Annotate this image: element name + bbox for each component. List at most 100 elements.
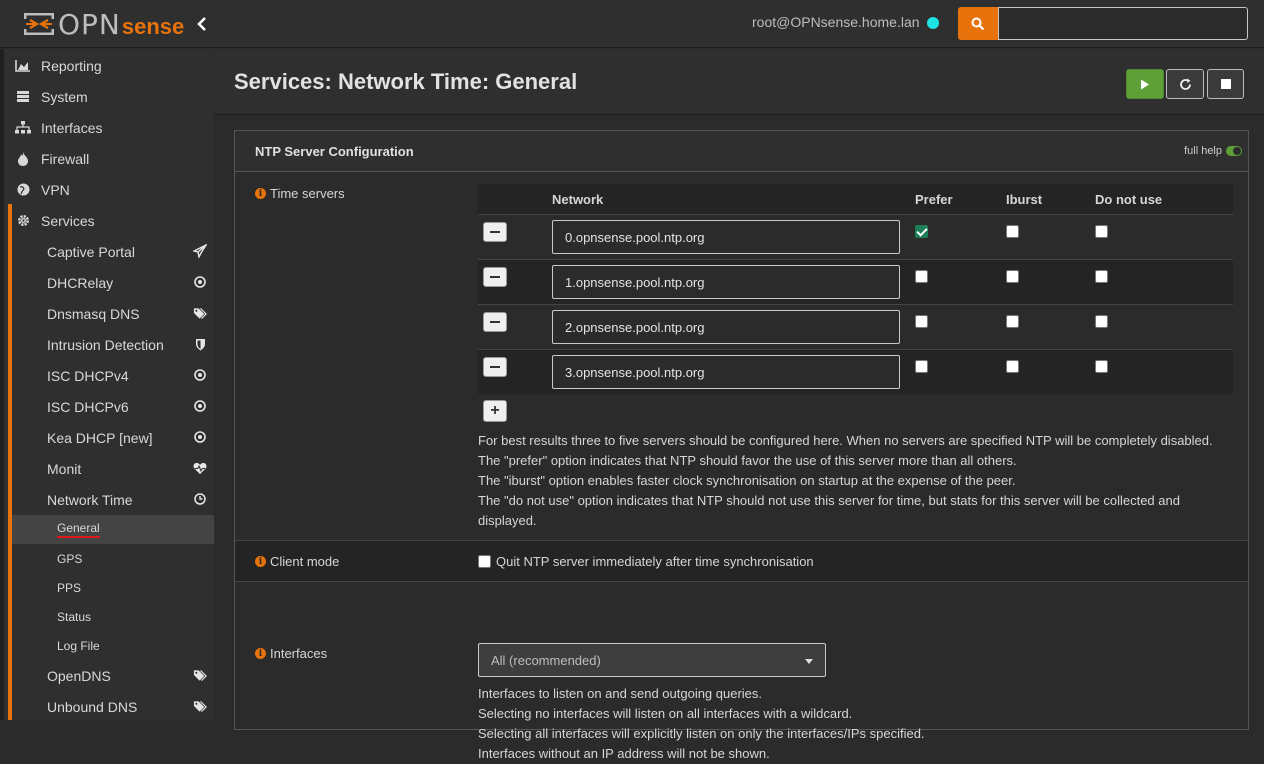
server-icon (14, 90, 32, 104)
sidebar-item-label: Intrusion Detection (47, 336, 164, 353)
sidebar-item-label: PPS (57, 580, 82, 595)
sidebar-item-monit[interactable]: Monit (12, 453, 217, 484)
sidebar-item-isc-dhcpv6[interactable]: ISC DHCPv6 (12, 391, 217, 422)
sidebar-item-captive-portal[interactable]: Captive Portal (12, 236, 217, 267)
full-help-toggle[interactable]: full help (1184, 145, 1242, 157)
do-not-use-checkbox[interactable] (1095, 315, 1108, 328)
sidebar-item-label: DHCRelay (47, 274, 114, 291)
info-icon[interactable]: i (255, 556, 266, 567)
search-input[interactable] (998, 7, 1248, 40)
time-servers-help: For best results three to five servers s… (478, 433, 1213, 528)
opnsense-logo[interactable]: OPN sense (22, 8, 184, 41)
sidebar-item-log-file[interactable]: Log File (12, 631, 217, 660)
restart-service-button[interactable] (1166, 69, 1204, 99)
status-dot-icon (927, 17, 939, 29)
sidebar-item-unbound-dns[interactable]: Unbound DNS (12, 691, 217, 722)
interfaces-label[interactable]: i Interfaces (255, 646, 327, 661)
refresh-icon (1179, 78, 1191, 90)
remove-server-button[interactable] (483, 222, 507, 242)
sidebar-item-label: VPN (41, 181, 70, 198)
remove-server-button[interactable] (483, 357, 507, 377)
globe-icon (14, 183, 32, 197)
sidebar-item-label: Captive Portal (47, 243, 135, 260)
sidebar-item-label: Firewall (41, 150, 90, 167)
add-server-button[interactable]: + (483, 400, 507, 422)
remove-server-button[interactable] (483, 267, 507, 287)
column-header-iburst: Iburst (1006, 192, 1043, 207)
info-icon[interactable]: i (255, 188, 266, 199)
sidebar-item-system[interactable]: System (8, 81, 217, 112)
sidebar-item-intrusion-detection[interactable]: Intrusion Detection (12, 329, 217, 360)
do-not-use-checkbox[interactable] (1095, 270, 1108, 283)
table-row: 1.opnsense.pool.ntp.org (478, 259, 1233, 304)
iburst-checkbox[interactable] (1006, 315, 1019, 328)
sidebar-item-dhcrelay[interactable]: DHCRelay (12, 267, 217, 298)
column-header-do-not-use: Do not use (1095, 192, 1163, 207)
prefer-checkbox[interactable] (915, 270, 928, 283)
sidebar-item-label: Status (57, 609, 92, 624)
sidebar: Reporting System Interfaces Firewall VPN… (0, 49, 217, 720)
sidebar-item-dnsmasq-dns[interactable]: Dnsmasq DNS (12, 298, 217, 329)
info-icon[interactable]: i (255, 648, 266, 659)
remove-server-button[interactable] (483, 312, 507, 332)
sidebar-item-opendns[interactable]: OpenDNS (12, 660, 217, 691)
iburst-checkbox[interactable] (1006, 225, 1019, 238)
sidebar-item-pps[interactable]: PPS (12, 573, 217, 602)
clock-icon (193, 492, 207, 506)
paper-plane-icon (193, 244, 207, 258)
client-mode-checkbox[interactable] (478, 555, 491, 568)
bullseye-icon (193, 368, 207, 382)
panel-header: NTP Server Configuration full help (235, 131, 1248, 172)
client-mode-label[interactable]: i Client mode (255, 554, 339, 569)
sidebar-item-status[interactable]: Status (12, 602, 217, 631)
collapse-sidebar-icon[interactable] (196, 14, 212, 34)
top-bar: OPN sense root@OPNsense.home.lan (0, 0, 1264, 48)
sidebar-item-firewall[interactable]: Firewall (8, 143, 217, 174)
network-input[interactable]: 2.opnsense.pool.ntp.org (552, 310, 900, 344)
sidebar-item-label: Monit (47, 460, 82, 477)
iburst-checkbox[interactable] (1006, 270, 1019, 283)
heartbeat-icon (193, 461, 207, 475)
client-mode-row: i Client mode Quit NTP server immediatel… (235, 540, 1248, 582)
main-content: Services: Network Time: General NTP Serv… (214, 49, 1264, 761)
sidebar-item-general[interactable]: General (12, 515, 217, 544)
iburst-checkbox[interactable] (1006, 360, 1019, 373)
do-not-use-checkbox[interactable] (1095, 225, 1108, 238)
user-label[interactable]: root@OPNsense.home.lan (752, 14, 920, 30)
sidebar-item-network-time[interactable]: Network Time (12, 484, 217, 515)
network-input[interactable]: 3.opnsense.pool.ntp.org (552, 355, 900, 389)
sidebar-item-label: ISC DHCPv4 (47, 367, 129, 384)
network-input[interactable]: 0.opnsense.pool.ntp.org (552, 220, 900, 254)
tags-icon (193, 306, 207, 320)
sidebar-item-label: General (57, 521, 100, 538)
fire-icon (14, 151, 32, 166)
sidebar-item-reporting[interactable]: Reporting (8, 50, 217, 81)
prefer-checkbox[interactable] (915, 315, 928, 328)
start-service-button[interactable] (1126, 69, 1164, 99)
client-mode-text: Quit NTP server immediately after time s… (496, 554, 814, 569)
bullseye-icon (193, 399, 207, 413)
sidebar-item-isc-dhcpv4[interactable]: ISC DHCPv4 (12, 360, 217, 391)
panel-title: NTP Server Configuration (255, 144, 414, 159)
sidebar-item-label: OpenDNS (47, 667, 111, 684)
time-servers-section: i Time servers Network Prefer Iburst Do … (235, 173, 1248, 540)
sidebar-item-vpn[interactable]: VPN (8, 174, 217, 205)
table-row: 2.opnsense.pool.ntp.org (478, 304, 1233, 349)
sidebar-item-kea-dhcp[interactable]: Kea DHCP [new] (12, 422, 217, 453)
sidebar-item-interfaces[interactable]: Interfaces (8, 112, 217, 143)
table-row: 0.opnsense.pool.ntp.org (478, 214, 1233, 259)
bullseye-icon (193, 275, 207, 289)
do-not-use-checkbox[interactable] (1095, 360, 1108, 373)
sidebar-item-label: Reporting (41, 57, 102, 74)
time-servers-label[interactable]: i Time servers (255, 186, 345, 201)
network-input[interactable]: 1.opnsense.pool.ntp.org (552, 265, 900, 299)
sidebar-item-label: Unbound DNS (47, 698, 138, 715)
stop-service-button[interactable] (1207, 69, 1244, 99)
sidebar-item-services[interactable]: Services (8, 205, 217, 236)
prefer-checkbox[interactable] (915, 360, 928, 373)
search-button[interactable] (958, 7, 998, 40)
sidebar-item-gps[interactable]: GPS (12, 544, 217, 573)
table-row: 3.opnsense.pool.ntp.org (478, 349, 1233, 394)
prefer-checkbox[interactable] (915, 225, 928, 238)
interfaces-select[interactable]: All (recommended) (478, 643, 826, 677)
